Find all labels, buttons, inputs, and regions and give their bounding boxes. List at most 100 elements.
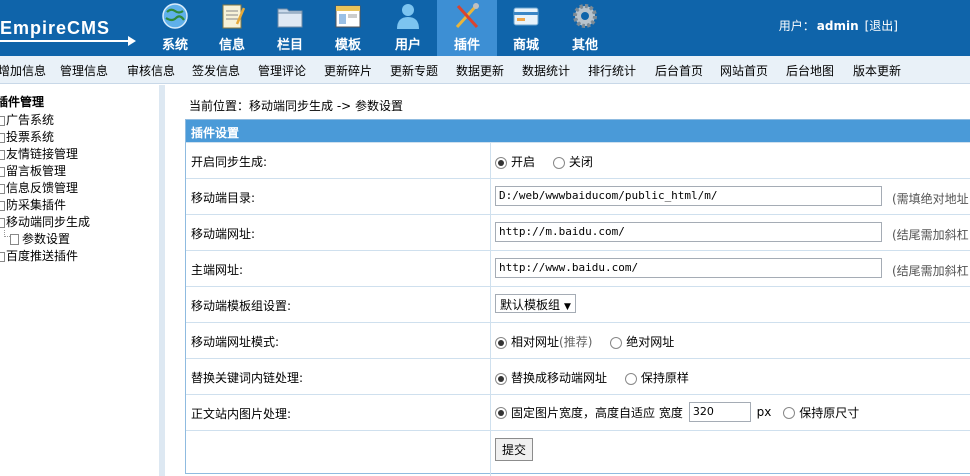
row-divider (490, 359, 491, 395)
radio-dot (624, 372, 637, 385)
radio-dot (495, 407, 507, 419)
row-divider (490, 395, 491, 431)
tree-leaf-settings[interactable]: 参数设置 (4, 230, 70, 247)
subnav-rank-stats[interactable]: 排行统计 (588, 62, 636, 79)
keyword-keep-radio[interactable]: 保持原样 (624, 369, 689, 386)
nav-other[interactable]: 其他 (555, 0, 615, 56)
subnav-admin-home[interactable]: 后台首页 (655, 62, 703, 79)
row-divider (490, 251, 491, 287)
subnav-sign-info[interactable]: 签发信息 (192, 62, 240, 79)
logo-arrow (0, 36, 136, 46)
keyword-replace-radio[interactable]: 替换成移动端网址 (495, 369, 607, 386)
url-mode-absolute-radio[interactable]: 绝对网址 (610, 333, 674, 350)
notepad-icon (222, 4, 245, 29)
subnav-manage-comments[interactable]: 管理评论 (258, 62, 306, 79)
subnav-manage-info[interactable]: 管理信息 (60, 62, 108, 79)
user-info: 用户： admin [退出] (779, 17, 898, 34)
subnav-data-update[interactable]: 数据更新 (456, 62, 504, 79)
row-divider (490, 287, 491, 323)
row-image-handling: 正文站内图片处理: 固定图片宽度，高度自适应 宽度 320 px 保持原尺寸 (186, 394, 970, 431)
subnav-update-fragments[interactable]: 更新碎片 (324, 62, 372, 79)
folder-icon (277, 8, 303, 28)
mobile-dir-input[interactable]: D:/web/wwwbaiducom/public_html/m/ (495, 186, 882, 206)
row-submit: 提交 (186, 430, 970, 476)
folder-icon (0, 200, 5, 211)
top-header: EmpireCMS 系统 信息 栏目 模板 用户 插件 商城 其他 用户： ad… (0, 0, 970, 56)
nav-shop[interactable]: 商城 (496, 0, 556, 56)
image-fixed-width-radio[interactable]: 固定图片宽度，高度自适应 宽度 (495, 404, 683, 421)
globe-icon (162, 3, 188, 29)
nav-info[interactable]: 信息 (202, 0, 262, 56)
gear-icon (573, 4, 597, 28)
logout-link[interactable]: [退出] (865, 19, 898, 33)
username: admin (816, 19, 859, 33)
folder-open-icon (0, 217, 5, 228)
nav-plugin[interactable]: 插件 (437, 0, 497, 56)
row-divider (490, 323, 491, 359)
row-template-group: 移动端模板组设置: 默认模板组 ▼ (186, 286, 970, 323)
template-group-select[interactable]: 默认模板组 ▼ (495, 294, 576, 313)
document-icon (10, 234, 19, 245)
tree-item-anti-collect[interactable]: 防采集插件 (0, 196, 66, 213)
tree-item-links[interactable]: 友情链接管理 (0, 145, 78, 162)
nav-system[interactable]: 系统 (145, 0, 205, 56)
user-label: 用户： (778, 19, 815, 33)
logo-text: EmpireCMS (0, 18, 111, 38)
submit-button[interactable]: 提交 (495, 438, 534, 461)
folder-icon (0, 149, 5, 160)
radio-dot (783, 407, 796, 419)
subnav-review-info[interactable]: 审核信息 (127, 62, 175, 79)
tree-item-ads[interactable]: 广告系统 (0, 111, 54, 128)
tree-item-baidu-push[interactable]: 百度推送插件 (0, 247, 78, 264)
row-divider (490, 215, 491, 251)
width-unit: px (756, 404, 772, 419)
tree-item-feedback[interactable]: 信息反馈管理 (0, 179, 78, 196)
image-width-input[interactable]: 320 (688, 402, 751, 422)
tools-icon (455, 3, 479, 29)
subnav-site-home[interactable]: 网站首页 (720, 62, 768, 79)
row-url-mode: 移动端网址模式: 相对网址(推荐) 绝对网址 (186, 322, 970, 359)
sync-on-radio[interactable]: 开启 (495, 153, 535, 170)
main-url-note: (结尾需加斜杠 (892, 264, 969, 278)
subnav-data-stats[interactable]: 数据统计 (522, 62, 570, 79)
nav-template[interactable]: 模板 (318, 0, 378, 56)
row-keyword-link: 替换关键词内链处理: 替换成移动端网址 保持原样 (186, 358, 970, 395)
main-url-input[interactable]: http://www.baidu.com/ (495, 258, 882, 278)
logo: EmpireCMS (0, 18, 140, 46)
nav-column[interactable]: 栏目 (260, 0, 320, 56)
folder-icon (0, 166, 5, 177)
row-sync: 开启同步生成: 开启 关闭 (186, 142, 970, 179)
radio-dot (552, 156, 565, 169)
user-icon (397, 4, 419, 29)
radio-dot (610, 336, 623, 349)
folder-icon (0, 183, 5, 194)
tree-branch-line (4, 230, 10, 237)
sync-off-radio[interactable]: 关闭 (552, 153, 593, 170)
mobile-dir-note: (需填绝对地址 (892, 192, 969, 206)
row-divider (490, 431, 491, 476)
tree-item-vote[interactable]: 投票系统 (0, 128, 54, 145)
mobile-url-note: (结尾需加斜杠 (892, 228, 969, 242)
sub-nav: 增加信息 管理信息 审核信息 签发信息 管理评论 更新碎片 更新专题 数据更新 … (0, 56, 970, 84)
row-mobile-dir: 移动端目录: D:/web/wwwbaiducom/public_html/m/… (186, 178, 970, 215)
main-content: 当前位置：移动端同步生成 -> 参数设置 插件设置 开启同步生成: 开启 关闭 … (171, 85, 970, 476)
subnav-update-topics[interactable]: 更新专题 (390, 62, 438, 79)
tree-item-mobile-sync[interactable]: 移动端同步生成 (0, 213, 90, 230)
nav-user[interactable]: 用户 (378, 0, 438, 56)
tree-item-guestbook[interactable]: 留言板管理 (0, 162, 66, 179)
folder-icon (0, 132, 5, 143)
subnav-add-info[interactable]: 增加信息 (0, 62, 46, 79)
breadcrumb: 当前位置：移动端同步生成 -> 参数设置 (189, 99, 404, 113)
radio-dot (495, 372, 507, 385)
row-divider (490, 143, 491, 179)
image-keep-size-radio[interactable]: 保持原尺寸 (783, 404, 859, 421)
radio-dot (495, 156, 507, 169)
sidebar-tree: 插件管理 广告系统 投票系统 友情链接管理 留言板管理 信息反馈管理 防采集插件… (0, 85, 165, 476)
subnav-version-update[interactable]: 版本更新 (853, 62, 901, 79)
row-mobile-url: 移动端网址: http://m.baidu.com/ (结尾需加斜杠 (186, 214, 970, 251)
folder-icon (0, 251, 5, 262)
mobile-url-input[interactable]: http://m.baidu.com/ (495, 222, 882, 242)
subnav-admin-map[interactable]: 后台地图 (786, 62, 834, 79)
folder-icon (0, 115, 5, 126)
url-mode-relative-radio[interactable]: 相对网址(推荐) (495, 333, 592, 350)
